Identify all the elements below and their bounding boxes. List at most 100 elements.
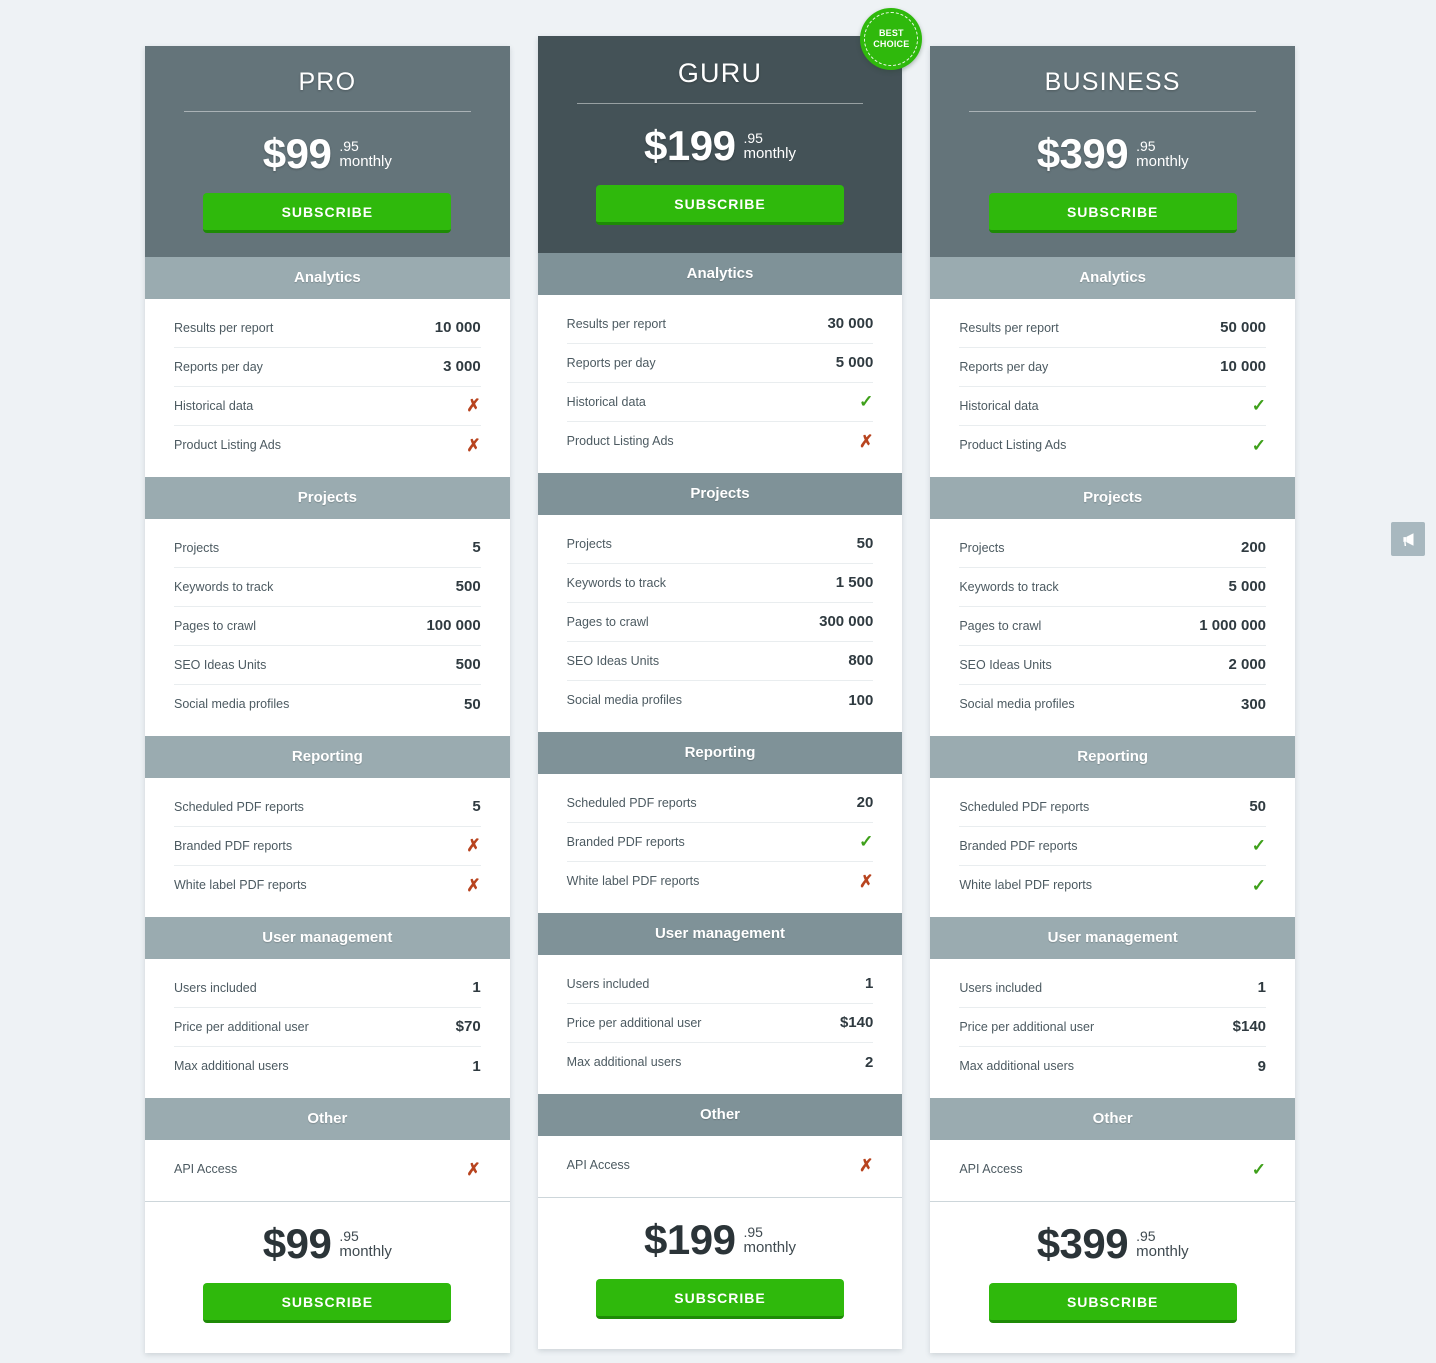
feature-value: 300 bbox=[1240, 695, 1267, 713]
section-body: Projects 200 Keywords to track 5 000 Pag… bbox=[930, 518, 1296, 736]
feature-label: Price per additional user bbox=[566, 1015, 702, 1030]
price-block-top: $399 .95 monthly bbox=[966, 133, 1259, 175]
subscribe-button-bottom[interactable]: SUBSCRIBE bbox=[203, 1282, 452, 1323]
subscribe-button-top[interactable]: SUBSCRIBE bbox=[203, 192, 452, 233]
feature-row: Historical data ✓ bbox=[566, 383, 874, 422]
feature-value: $70 bbox=[455, 1018, 481, 1036]
feature-value: 1 bbox=[865, 975, 874, 993]
feature-row: Scheduled PDF reports 5 bbox=[174, 788, 481, 827]
feature-row: Branded PDF reports ✓ bbox=[959, 827, 1267, 866]
feature-row: Historical data ✗ bbox=[174, 387, 481, 426]
feature-label: White label PDF reports bbox=[959, 878, 1093, 893]
feature-value: 5 000 bbox=[1228, 578, 1267, 596]
price-cents: .95 bbox=[1136, 138, 1156, 154]
badge-line-2: CHOICE bbox=[873, 39, 910, 49]
feature-value: 1 bbox=[472, 1057, 481, 1075]
section-body: API Access ✗ bbox=[145, 1139, 510, 1201]
feature-row: API Access ✗ bbox=[567, 1146, 874, 1185]
header-divider bbox=[576, 103, 864, 104]
feature-row: SEO Ideas Units 800 bbox=[566, 642, 874, 681]
price-suffix: .95 monthly bbox=[1136, 136, 1189, 171]
subscribe-button-bottom[interactable]: SUBSCRIBE bbox=[988, 1282, 1237, 1323]
feature-value: 5 bbox=[472, 539, 481, 557]
price-period: monthly bbox=[743, 1239, 796, 1257]
feature-value: 100 bbox=[848, 691, 874, 709]
feature-value: 5 bbox=[472, 798, 481, 816]
section-body: Projects 5 Keywords to track 500 Pages t… bbox=[145, 518, 510, 736]
plan-name: PRO bbox=[298, 68, 357, 96]
feature-label: White label PDF reports bbox=[174, 878, 307, 893]
feature-label: Historical data bbox=[174, 398, 254, 413]
feature-label: Branded PDF reports bbox=[174, 838, 293, 853]
price-amount: $399 bbox=[1036, 1219, 1129, 1267]
feature-row: Product Listing Ads ✗ bbox=[174, 426, 481, 465]
feature-row: Scheduled PDF reports 50 bbox=[959, 788, 1267, 827]
price-cents: .95 bbox=[743, 130, 763, 146]
feature-label: Projects bbox=[174, 540, 220, 555]
feature-row: Historical data ✓ bbox=[959, 387, 1267, 426]
feature-label: Results per report bbox=[174, 320, 274, 335]
price-amount: $199 bbox=[644, 1215, 736, 1263]
feature-label: Reports per day bbox=[959, 359, 1049, 374]
subscribe-button-bottom[interactable]: SUBSCRIBE bbox=[596, 1278, 844, 1319]
check-icon: ✓ bbox=[859, 832, 874, 852]
section-header-projects: Projects bbox=[537, 472, 903, 515]
header-divider bbox=[969, 111, 1257, 112]
plan-header: PRO $99 .95 monthly SUBSCRIBE bbox=[145, 46, 510, 257]
feature-label: Product Listing Ads bbox=[566, 434, 674, 449]
feature-label: Scheduled PDF reports bbox=[566, 795, 697, 810]
feature-value: 800 bbox=[848, 652, 874, 670]
feature-value: 200 bbox=[1240, 539, 1267, 557]
feature-row: Branded PDF reports ✗ bbox=[174, 827, 481, 866]
feature-label: Keywords to track bbox=[174, 579, 274, 594]
feature-label: SEO Ideas Units bbox=[959, 657, 1052, 672]
feature-label: API Access bbox=[566, 1158, 630, 1173]
price-cents: .95 bbox=[743, 1223, 763, 1240]
feature-row: Reports per day 3 000 bbox=[174, 348, 481, 387]
section-header-other: Other bbox=[930, 1097, 1296, 1140]
feature-value: 9 bbox=[1257, 1057, 1267, 1075]
feature-row: Social media profiles 50 bbox=[174, 685, 481, 724]
feedback-tab-button[interactable] bbox=[1391, 522, 1425, 556]
feature-value: 10 000 bbox=[434, 319, 481, 337]
plan-card-guru: BEST CHOICE GURU $199 .95 monthly SUBSCR… bbox=[537, 8, 923, 1349]
feature-row: API Access ✓ bbox=[959, 1150, 1266, 1189]
feature-label: Product Listing Ads bbox=[959, 438, 1067, 453]
feature-label: Max additional users bbox=[174, 1059, 289, 1074]
feature-value: 30 000 bbox=[827, 315, 874, 333]
price-period: monthly bbox=[1136, 1243, 1189, 1261]
section-header-analytics: Analytics bbox=[537, 252, 903, 295]
badge-line-1: BEST bbox=[878, 27, 904, 38]
price-period: monthly bbox=[339, 1243, 392, 1261]
feature-row: Scheduled PDF reports 20 bbox=[566, 784, 874, 823]
feature-label: Historical data bbox=[959, 398, 1039, 413]
section-body: Results per report 10 000 Reports per da… bbox=[145, 298, 510, 477]
section-header-reporting: Reporting bbox=[930, 735, 1296, 778]
feature-label: API Access bbox=[959, 1162, 1023, 1177]
feature-label: Reports per day bbox=[174, 359, 263, 374]
cross-icon: ✗ bbox=[859, 1155, 874, 1175]
feature-row: Pages to crawl 1 000 000 bbox=[959, 607, 1267, 646]
plan-footer: $399 .95 monthly SUBSCRIBE bbox=[930, 1200, 1296, 1353]
header-divider bbox=[184, 111, 471, 112]
section-header-user-management: User management bbox=[930, 916, 1296, 959]
feature-label: Social media profiles bbox=[566, 693, 683, 708]
feature-row: Social media profiles 300 bbox=[959, 685, 1266, 724]
feature-label: Pages to crawl bbox=[566, 614, 649, 629]
feature-value: 50 bbox=[1249, 798, 1267, 816]
feature-label: Historical data bbox=[566, 394, 646, 409]
feature-row: Results per report 50 000 bbox=[959, 309, 1267, 348]
feature-label: Max additional users bbox=[566, 1055, 682, 1070]
feature-label: Scheduled PDF reports bbox=[959, 799, 1090, 814]
feature-label: Projects bbox=[566, 536, 612, 551]
feature-value: 500 bbox=[455, 578, 481, 596]
subscribe-button-top[interactable]: SUBSCRIBE bbox=[988, 192, 1237, 233]
plan-footer: $199 .95 monthly SUBSCRIBE bbox=[537, 1196, 903, 1349]
section-header-projects: Projects bbox=[145, 476, 510, 519]
feature-label: Branded PDF reports bbox=[959, 838, 1078, 853]
feature-row: Projects 50 bbox=[566, 525, 874, 564]
subscribe-button-top[interactable]: SUBSCRIBE bbox=[596, 184, 844, 225]
feature-row: Results per report 10 000 bbox=[174, 309, 481, 348]
feature-row: Max additional users 1 bbox=[174, 1047, 481, 1086]
section-body: API Access ✓ bbox=[930, 1139, 1296, 1201]
